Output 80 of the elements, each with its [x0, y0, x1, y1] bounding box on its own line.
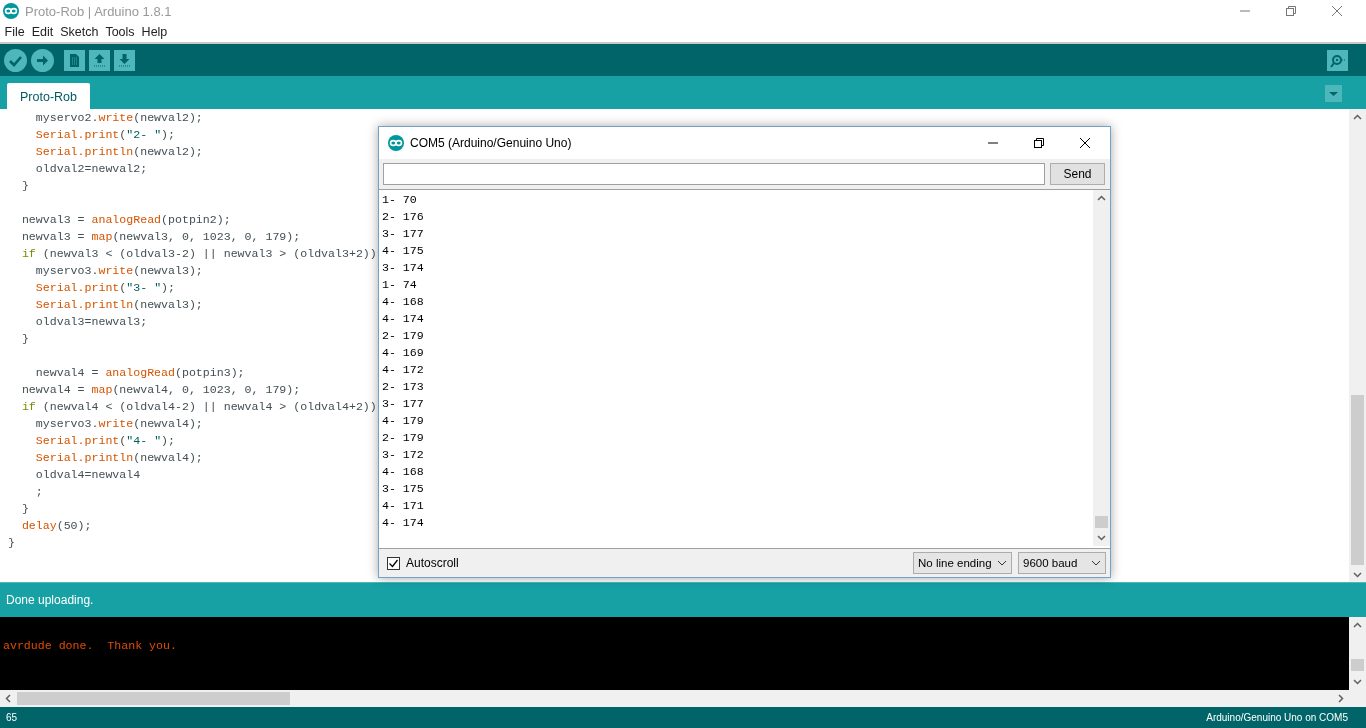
code-line: }: [20, 331, 29, 347]
send-button[interactable]: Send: [1050, 163, 1105, 185]
serial-output-line: 1- 70: [382, 192, 417, 208]
new-document-icon[interactable]: [64, 49, 85, 71]
serial-output-line: 3- 174: [382, 260, 424, 276]
serial-output-line: 4- 174: [382, 515, 424, 531]
code-line: oldval4=newval4: [34, 467, 141, 483]
code-line: myservo3.write(newval3);: [34, 263, 203, 279]
serial-output-line: 2- 179: [382, 328, 424, 344]
serial-output-line: 4- 168: [382, 464, 424, 480]
verify-check-icon[interactable]: [4, 48, 27, 72]
board-port-label: Arduino/Genuino Uno on COM5: [1206, 712, 1348, 723]
vertical-scrollbar[interactable]: [1349, 617, 1366, 690]
code-line: Serial.print("2- ");: [34, 127, 175, 143]
serial-output-line: 3- 177: [382, 226, 424, 242]
code-line: myservo3.write(newval4);: [34, 416, 203, 432]
menu-item[interactable]: Edit: [28, 25, 57, 39]
code-line: oldval3=newval3;: [34, 314, 148, 330]
line-ending-dropdown[interactable]: No line ending: [913, 552, 1012, 574]
code-line: newval3 = analogRead(potpin2);: [20, 212, 231, 228]
code-line: }: [8, 535, 15, 551]
serial-output-line: 1- 74: [382, 277, 417, 293]
code-line: if (newval4 < (oldval4-2) || newval4 > (oldval4+2)): [20, 399, 377, 415]
tab-menu-dropdown-icon[interactable]: [1325, 85, 1342, 102]
code-line: myservo2.write(newval2);: [34, 110, 203, 126]
check-icon: [388, 557, 399, 569]
window-title: Proto-Rob | Arduino 1.8.1: [25, 3, 172, 19]
scrollbar-thumb[interactable]: [1095, 516, 1108, 528]
console-line: avrdude done. Thank you.: [3, 638, 177, 654]
serial-output-line: 3- 177: [382, 396, 424, 412]
menu-item[interactable]: File: [1, 25, 29, 39]
arduino-logo-icon: [388, 135, 404, 151]
code-line: oldval2=newval2;: [34, 161, 148, 177]
code-line: Serial.print("4- ");: [34, 433, 175, 449]
serial-monitor-title: COM5 (Arduino/Genuino Uno): [410, 136, 573, 150]
code-line: Serial.println(newval2);: [34, 144, 203, 160]
code-line: newval4 = map(newval4, 0, 1023, 0, 179);: [20, 382, 301, 398]
serial-output-line: 4- 171: [382, 498, 424, 514]
baud-rate-dropdown[interactable]: 9600 baud: [1018, 552, 1106, 574]
serial-output-line: 2- 173: [382, 379, 424, 395]
serial-output-line: 4- 174: [382, 311, 424, 327]
code-line: newval3 = map(newval3, 0, 1023, 0, 179);: [20, 229, 301, 245]
caret-icon: [1091, 560, 1101, 566]
menu-item[interactable]: Tools: [101, 25, 139, 39]
code-line: if (newval3 < (oldval3-2) || newval3 > (oldval3+2)): [20, 246, 377, 262]
message-input-field[interactable]: [383, 163, 1045, 185]
scrollbar-thumb[interactable]: [1351, 395, 1364, 565]
autoscroll-checkbox[interactable]: [387, 556, 400, 570]
code-line: }: [20, 501, 29, 517]
serial-output-line: 4- 169: [382, 345, 424, 361]
menu-item[interactable]: Help: [138, 25, 171, 39]
code-line: Serial.println(newval3);: [34, 297, 203, 313]
code-line: Serial.print("3- ");: [34, 280, 175, 296]
vertical-scrollbar[interactable]: [1349, 109, 1366, 582]
line-number: 65: [6, 712, 18, 723]
sketch-tab[interactable]: Proto-Rob: [7, 83, 90, 109]
scrollbar-thumb[interactable]: [17, 692, 290, 705]
code-line: delay(50);: [20, 518, 92, 534]
serial-output-line: 4- 175: [382, 243, 424, 259]
close-icon[interactable]: [1079, 137, 1091, 149]
serial-output-line: 4- 179: [382, 413, 424, 429]
serial-output-line: 2- 179: [382, 430, 424, 446]
serial-monitor-magnifier-icon[interactable]: [1327, 49, 1348, 71]
autoscroll-label: Autoscroll: [406, 556, 459, 570]
serial-output-line: 4- 168: [382, 294, 424, 310]
code-line: Serial.println(newval4);: [34, 450, 203, 466]
menu-item[interactable]: Sketch: [56, 25, 102, 39]
scrollbar-thumb[interactable]: [1351, 659, 1364, 671]
serial-output-line: 3- 175: [382, 481, 424, 497]
restore-icon[interactable]: [1033, 137, 1045, 149]
status-message: Done uploading.: [6, 593, 94, 607]
code-line: }: [20, 178, 29, 194]
vertical-scrollbar[interactable]: [1093, 190, 1110, 546]
arduino-logo-icon: [3, 3, 19, 19]
serial-output-line: 4- 172: [382, 362, 424, 378]
code-line: newval4 = analogRead(potpin3);: [34, 365, 245, 381]
serial-output-line: 3- 172: [382, 447, 424, 463]
code-line: ;: [34, 484, 43, 500]
caret-icon: [997, 560, 1007, 566]
serial-output-line: 2- 176: [382, 209, 424, 225]
